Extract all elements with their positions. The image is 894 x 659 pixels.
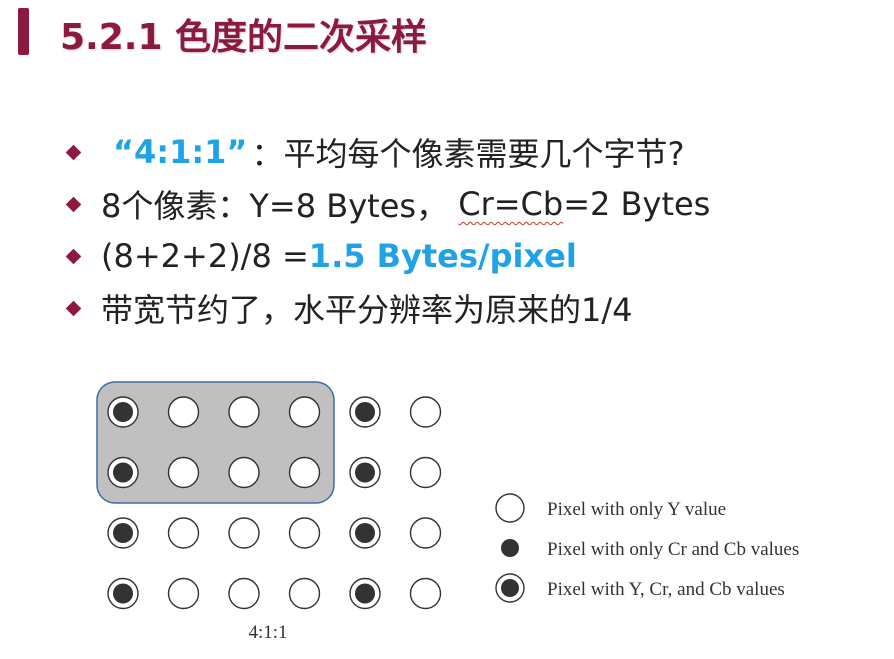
legend: Pixel with only Y value Pixel with only … [495,493,799,603]
bullet-item-1: “4:1:1” ：平均每个像素需要几个字节? [62,126,882,178]
bullet-text: 带宽节约了，水平分辨率为原来的1/4 [101,291,633,329]
title-accent-bar [18,8,29,55]
chroma-sample-dot [355,523,375,543]
subsampling-diagram: 4:1:1 Pixel with only Y value Pixel with… [96,381,799,643]
pixel-y-only-circle [167,456,200,489]
chroma-sample-dot [113,402,133,422]
pixel-y-only-circle [288,456,321,489]
bullet-text: 8个像素：Y=8 Bytes， [101,187,459,225]
bullet-text: =2 Bytes [563,185,711,223]
pixel-y-only-circle [167,396,200,428]
pixel-y-only-circle [409,517,442,549]
pixel-y-only-circle [228,396,260,428]
chroma-sample-dot [355,402,375,422]
diamond-bullet-icon [65,300,82,316]
chroma-sample-dot [355,462,375,483]
pixel-y-only-circle [409,577,442,610]
page-title: 5.2.1 色度的二次采样 [60,17,428,58]
pixel-y-only-circle [288,517,321,549]
diamond-bullet-icon [65,248,82,264]
bullet-item-4: 带宽节约了，水平分辨率为原来的1/4 [62,282,882,334]
legend-label-both: Pixel with Y, Cr, and Cb values [547,579,785,600]
chroma-sample-dot [113,462,133,483]
chroma-sample-dot [113,583,133,604]
diagram-caption: 4:1:1 [248,622,287,643]
pixel-y-only-circle [409,456,442,489]
chroma-sample-dot [355,583,375,604]
legend-label-cbcr: Pixel with only Cr and Cb values [547,539,799,560]
bullet-text: ：平均每个像素需要几个字节? [251,135,685,173]
legend-both-dot-icon [501,579,519,597]
pixel-y-only-circle [288,396,321,428]
pixel-y-only-circle [228,517,260,549]
pixel-y-only-circle [228,456,260,489]
result-highlight: 1.5 Bytes/pixel [308,237,577,275]
legend-label-y: Pixel with only Y value [547,499,726,520]
pixel-y-only-circle [228,577,260,610]
pixel-y-only-circle [409,396,442,428]
pixel-y-only-circle [167,517,200,549]
pixel-y-only-circle [288,577,321,610]
chroma-sample-dot [113,523,133,543]
pixel-y-only-circle [167,577,200,610]
bullet-text: (8+2+2)/8 = [101,237,309,275]
bullet-item-3: (8+2+2)/8 = 1.5 Bytes/pixel [62,230,882,282]
legend-y-circle-icon [495,493,525,523]
spellcheck-word: Cr=Cb [458,185,564,223]
ratio-quote: “4:1:1” [113,133,248,171]
diamond-bullet-icon [65,196,82,212]
bullet-item-2: 8个像素：Y=8 Bytes， Cr=Cb =2 Bytes [62,178,882,230]
diamond-bullet-icon [65,144,82,160]
bullet-list: “4:1:1” ：平均每个像素需要几个字节? 8个像素：Y=8 Bytes， C… [62,126,882,334]
legend-cbcr-dot-icon [501,539,519,557]
